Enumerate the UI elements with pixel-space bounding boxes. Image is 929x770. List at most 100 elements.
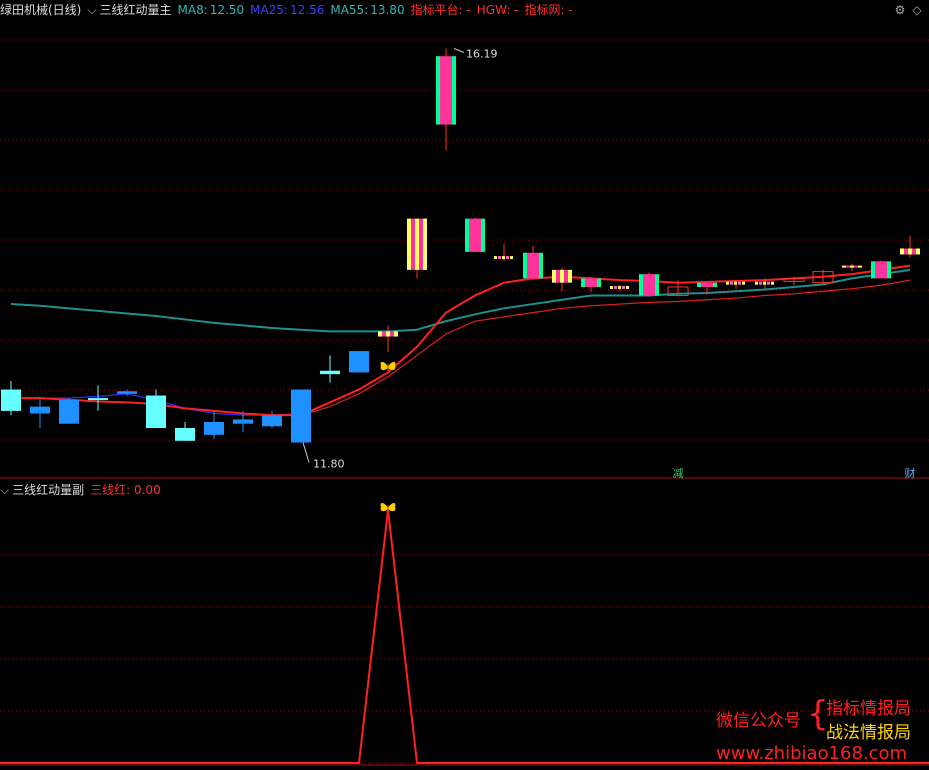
candle-part: [850, 265, 854, 268]
candle[interactable]: [436, 48, 456, 151]
candle[interactable]: [639, 272, 659, 297]
candle-part: [900, 248, 904, 255]
ma8-label: MA8:: [177, 3, 208, 17]
watermark-url[interactable]: www.zhibiao168.com: [716, 743, 907, 764]
candle-part: [622, 285, 625, 289]
candle-part: [1, 389, 21, 411]
butterfly-icon: [380, 361, 396, 371]
marker-reduce[interactable]: 减: [673, 467, 684, 480]
ma55-label: MA55:: [330, 3, 369, 17]
candle-part: [386, 331, 390, 337]
candle[interactable]: [900, 235, 920, 258]
candle-part: [589, 278, 593, 287]
candle-part: [614, 285, 617, 289]
candle-part: [506, 256, 509, 260]
sub-value-label: 三线红: 0.00: [90, 483, 161, 497]
candle-part: [701, 282, 705, 287]
candle[interactable]: [494, 244, 513, 262]
candle-part: [618, 285, 621, 289]
candle-part: [564, 269, 568, 283]
indicator-name[interactable]: 三线红动量主: [99, 3, 171, 17]
candle-part: [444, 56, 448, 125]
candle-part: [436, 56, 440, 125]
ma25-label: MA25:: [250, 3, 288, 17]
candle-part: [88, 398, 108, 401]
candle-part: [320, 370, 340, 375]
candle-part: [477, 218, 481, 252]
candle[interactable]: [465, 217, 485, 252]
candle[interactable]: [175, 422, 195, 441]
candle[interactable]: [378, 325, 398, 352]
candle-part: [734, 281, 737, 285]
expand-icon[interactable]: ◇: [910, 3, 924, 17]
candle-part: [730, 281, 733, 285]
candle[interactable]: [204, 410, 224, 440]
candle[interactable]: [407, 218, 427, 279]
sub-collapse-icon[interactable]: ⌵: [0, 483, 9, 497]
candle-part: [556, 269, 560, 283]
candle-part: [904, 248, 908, 255]
candle-part: [879, 261, 883, 279]
candle-part: [494, 256, 497, 260]
candle[interactable]: [726, 280, 745, 289]
low-pointer: [302, 442, 310, 463]
candle-part: [767, 281, 770, 285]
candle-part: [117, 391, 137, 394]
platform-label: 指标平台: -: [410, 3, 471, 17]
chart-canvas[interactable]: 16.19 11.80 减 财: [0, 0, 929, 770]
candle[interactable]: [59, 398, 79, 424]
candle-part: [502, 256, 505, 260]
collapse-icon[interactable]: ⌵: [87, 3, 96, 17]
low-price-label: 11.80: [313, 458, 345, 471]
settings-icon[interactable]: ⚙: [893, 3, 907, 17]
candle[interactable]: [842, 263, 862, 271]
candle-part: [473, 218, 477, 252]
candle[interactable]: [783, 276, 805, 286]
candle-part: [908, 248, 912, 255]
candle[interactable]: [552, 268, 572, 292]
site-label: 指标网: -: [524, 3, 573, 17]
candle-part: [291, 389, 311, 443]
candle-part: [639, 274, 643, 296]
candle[interactable]: [30, 398, 50, 428]
sub-butterfly-icon: [380, 503, 396, 512]
candle[interactable]: [349, 351, 369, 373]
stock-name[interactable]: 绿田机械(日线): [0, 3, 81, 17]
candle-part: [349, 351, 369, 373]
candle-part: [440, 56, 444, 125]
candle[interactable]: [146, 389, 166, 428]
candle-part: [883, 261, 887, 279]
candle-part: [651, 274, 655, 296]
candle-part: [581, 278, 585, 287]
candle-part: [552, 269, 556, 283]
candle-part: [382, 331, 386, 337]
candle-part: [742, 281, 745, 285]
candle[interactable]: [262, 410, 282, 428]
candle-part: [510, 256, 513, 260]
candle-part: [875, 261, 879, 279]
candle-part: [655, 274, 659, 296]
candle-part: [469, 218, 473, 252]
candle-part: [448, 56, 452, 125]
candle-part: [527, 252, 531, 279]
candle[interactable]: [320, 355, 340, 383]
candle[interactable]: [88, 385, 108, 411]
candle[interactable]: [291, 389, 311, 443]
candle-part: [452, 56, 456, 125]
candle-part: [854, 265, 858, 268]
candle-part: [759, 281, 762, 285]
candle-part: [535, 252, 539, 279]
candle-part: [233, 419, 253, 424]
candle[interactable]: [871, 260, 891, 279]
candle-part: [709, 282, 713, 287]
candle-part: [626, 285, 629, 289]
candle-part: [523, 252, 527, 279]
candle[interactable]: [523, 245, 543, 281]
sub-indicator-name[interactable]: 三线红动量副: [12, 483, 84, 497]
candle[interactable]: [1, 380, 21, 416]
marker-finance[interactable]: 财: [905, 466, 916, 480]
main-header: 绿田机械(日线) ⌵ 三线红动量主 MA8: 12.50 MA25: 12.56 MA55: 1…: [0, 0, 579, 20]
candle-part: [568, 269, 572, 283]
candle-part: [531, 252, 535, 279]
candle-part: [204, 422, 224, 435]
